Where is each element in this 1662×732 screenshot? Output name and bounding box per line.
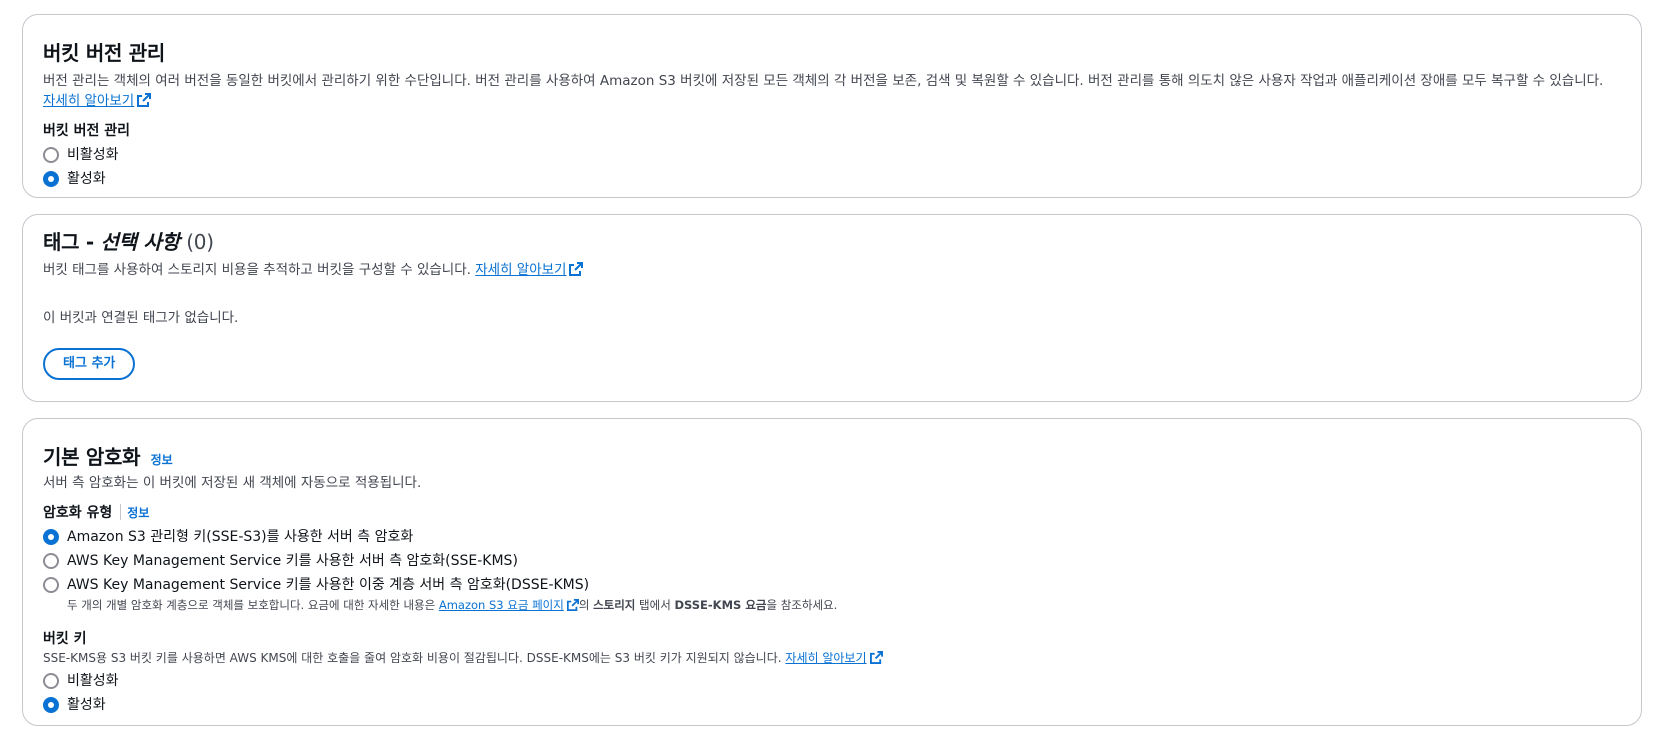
tags-title: 태그 - 선택 사항 (0): [43, 228, 1621, 256]
bucket-key-option-disable[interactable]: 비활성화: [43, 669, 1621, 693]
encryption-type-label: 암호화 유형: [43, 505, 113, 521]
radio-button[interactable]: [43, 673, 59, 689]
external-link-icon: [869, 651, 883, 664]
tags-title-optional: 선택 사항: [100, 230, 180, 254]
dsse-note-text: 두 개의 개별 암호화 계층으로 객체를 보호합니다. 요금에 대한 자세한 내…: [67, 598, 439, 612]
encryption-description: 서버 측 암호화는 이 버킷에 저장된 새 객체에 자동으로 적용됩니다.: [43, 475, 422, 491]
radio-label: 활성화: [67, 171, 106, 187]
encryption-info-link[interactable]: 정보: [151, 453, 173, 467]
bucket-versioning-panel: 버킷 버전 관리 버전 관리는 객체의 여러 버전을 동일한 버킷에서 관리하기…: [22, 14, 1642, 198]
tags-empty-text: 이 버킷과 연결된 태그가 없습니다.: [43, 310, 239, 326]
tags-title-main: 태그 -: [43, 230, 101, 254]
external-link-icon: [566, 599, 579, 611]
dsse-note-text: 의: [578, 598, 594, 612]
radio-button[interactable]: [43, 553, 59, 569]
radio-label: 비활성화: [67, 147, 119, 163]
external-link-icon: [569, 262, 584, 276]
add-tag-button[interactable]: 태그 추가: [43, 348, 136, 380]
radio-button-selected[interactable]: [43, 697, 59, 713]
tags-description: 버킷 태그를 사용하여 스토리지 비용을 추적하고 버킷을 구성할 수 있습니다…: [43, 262, 471, 278]
radio-label: AWS Key Management Service 키를 사용한 이중 계층 …: [67, 577, 590, 593]
encryption-type-header: 암호화 유형 정보: [43, 503, 1621, 523]
tags-count: (0): [186, 230, 214, 254]
bucket-key-description: SSE-KMS용 S3 버킷 키를 사용하면 AWS KMS에 대한 호출을 줄…: [43, 651, 782, 665]
versioning-title: 버킷 버전 관리: [43, 41, 165, 65]
s3-pricing-link[interactable]: Amazon S3 요금 페이지: [439, 598, 564, 612]
dsse-note-text: 을 참조하세요.: [766, 598, 838, 612]
radio-label: AWS Key Management Service 키를 사용한 서버 측 암…: [67, 553, 518, 569]
encryption-title: 기본 암호화: [43, 445, 141, 469]
dsse-note-text: 탭에서: [635, 598, 675, 612]
encryption-option-sse-kms[interactable]: AWS Key Management Service 키를 사용한 서버 측 암…: [43, 549, 1621, 573]
radio-button-selected[interactable]: [43, 171, 59, 187]
encryption-option-sse-s3[interactable]: Amazon S3 관리형 키(SSE-S3)를 사용한 서버 측 암호화: [43, 525, 1621, 549]
versioning-option-enable[interactable]: 활성화: [43, 167, 1621, 191]
bucket-key-learn-more-link[interactable]: 자세히 알아보기: [785, 651, 866, 665]
bucket-key-description-row: SSE-KMS용 S3 버킷 키를 사용하면 AWS KMS에 대한 호출을 줄…: [43, 649, 1621, 667]
dsse-note-bold: DSSE-KMS 요금: [674, 598, 767, 612]
tags-learn-more-link[interactable]: 자세히 알아보기: [475, 262, 566, 278]
external-link-icon: [137, 93, 152, 107]
divider: [120, 504, 122, 520]
radio-label: Amazon S3 관리형 키(SSE-S3)를 사용한 서버 측 암호화: [67, 529, 414, 545]
versioning-option-disable[interactable]: 비활성화: [43, 143, 1621, 167]
versioning-learn-more-link[interactable]: 자세히 알아보기: [43, 93, 134, 109]
dsse-note-bold: 스토리지: [593, 598, 636, 612]
radio-button-selected[interactable]: [43, 529, 59, 545]
encryption-option-dsse-kms[interactable]: AWS Key Management Service 키를 사용한 이중 계층 …: [43, 573, 1621, 597]
versioning-description: 버전 관리는 객체의 여러 버전을 동일한 버킷에서 관리하기 위한 수단입니다…: [43, 73, 1604, 89]
bucket-key-label: 버킷 키: [43, 631, 87, 647]
tags-panel: 태그 - 선택 사항 (0) 버킷 태그를 사용하여 스토리지 비용을 추적하고…: [22, 214, 1642, 402]
dsse-kms-note: 두 개의 개별 암호화 계층으로 객체를 보호합니다. 요금에 대한 자세한 내…: [43, 597, 1621, 613]
radio-label: 비활성화: [67, 673, 119, 689]
encryption-type-info-link[interactable]: 정보: [127, 506, 149, 520]
default-encryption-panel: 기본 암호화 정보 서버 측 암호화는 이 버킷에 저장된 새 객체에 자동으로…: [22, 418, 1642, 726]
versioning-field-label: 버킷 버전 관리: [43, 123, 131, 139]
bucket-key-option-enable[interactable]: 활성화: [43, 693, 1621, 717]
radio-button[interactable]: [43, 147, 59, 163]
radio-button[interactable]: [43, 577, 59, 593]
radio-label: 활성화: [67, 697, 106, 713]
encryption-header: 기본 암호화 정보: [43, 443, 1621, 471]
